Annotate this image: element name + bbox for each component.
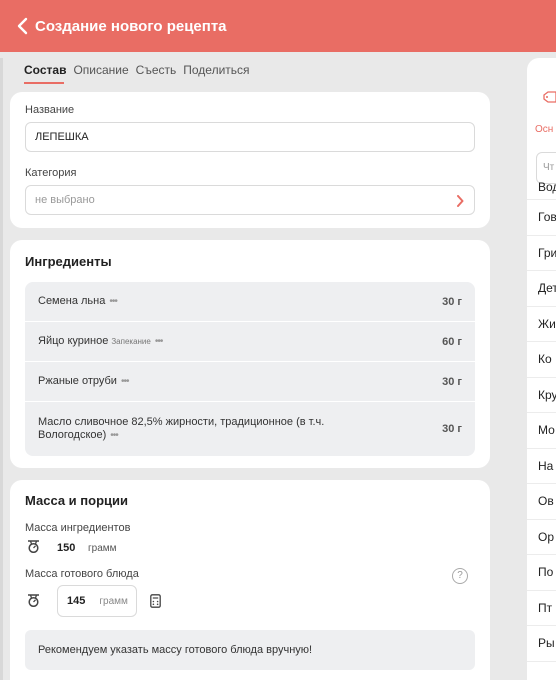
product-catalog-panel: Осн Чт Вод Гов Гри Дет Жи Ко Кру Мо На О… <box>527 58 556 680</box>
ingredient-tag: Запекание <box>111 337 151 346</box>
scale-icon <box>27 594 40 612</box>
more-dots-icon[interactable]: ••• <box>110 430 118 441</box>
catalog-item[interactable]: Дет <box>527 271 556 307</box>
tab-share[interactable]: Поделиться <box>183 63 249 77</box>
name-value: ЛЕПЕШКА <box>35 131 89 143</box>
help-icon[interactable]: ? <box>452 568 468 584</box>
chevron-left-icon[interactable] <box>0 0 28 52</box>
ingredient-amount: 30 г <box>442 295 462 308</box>
dish-mass-label: Масса готового блюда <box>25 568 139 580</box>
tab-bar: Состав Описание Съесть Поделиться <box>24 63 257 77</box>
catalog-item[interactable]: Ов <box>527 484 556 520</box>
catalog-item[interactable]: Кру <box>527 378 556 413</box>
catalog-item[interactable]: Ко <box>527 342 556 378</box>
catalog-item[interactable]: Гов <box>527 200 556 236</box>
tab-composition[interactable]: Состав <box>24 63 66 77</box>
catalog-item[interactable]: Жи <box>527 307 556 342</box>
ingredient-row[interactable]: Семена льна ••• 30 г <box>25 282 475 322</box>
ingredient-name: Масло сливочное 82,5% жирности, традицио… <box>38 416 325 441</box>
hint-message: Рекомендуем указать массу готового блюда… <box>25 630 475 670</box>
mass-card: Масса и порции Масса ингредиентов 150 гр… <box>10 480 490 680</box>
catalog-item[interactable]: Вод <box>527 182 556 200</box>
ingredients-list: Семена льна ••• 30 г Яйцо куриное Запекани… <box>25 282 475 456</box>
recipe-editor: Состав Описание Съесть Поделиться Назван… <box>0 52 505 680</box>
ingredients-mass-unit: грамм <box>88 543 117 554</box>
ingredients-mass-label: Масса ингредиентов <box>25 522 131 534</box>
ingredients-mass-value: 150 <box>57 542 76 554</box>
ingredient-name: Семена льна <box>38 295 106 307</box>
ingredient-row[interactable]: Яйцо куриное Запекание ••• 60 г <box>25 322 475 362</box>
page-title: Создание нового рецепта <box>35 17 227 35</box>
category-placeholder: не выбрано <box>35 194 95 206</box>
catalog-item[interactable]: Гри <box>527 236 556 271</box>
more-dots-icon[interactable]: ••• <box>155 336 163 347</box>
tab-eat[interactable]: Съесть <box>136 63 177 77</box>
dish-mass-unit: грамм <box>99 595 128 607</box>
ingredient-amount: 30 г <box>442 375 462 388</box>
chevron-right-icon <box>456 195 464 210</box>
more-dots-icon[interactable]: ••• <box>109 296 117 307</box>
ingredient-row[interactable]: Масло сливочное 82,5% жирности, традицио… <box>25 402 475 456</box>
category-select[interactable]: не выбрано <box>25 185 475 215</box>
catalog-search-input[interactable]: Чт <box>536 152 556 184</box>
calculator-icon[interactable] <box>150 594 161 613</box>
catalog-item[interactable]: Ры <box>527 626 556 662</box>
ingredient-row[interactable]: Ржаные отруби ••• 30 г <box>25 362 475 402</box>
active-tab-indicator <box>24 82 64 84</box>
dish-mass-value: 145 <box>67 595 86 607</box>
catalog-item[interactable]: По <box>527 555 556 591</box>
mass-title: Масса и порции <box>25 493 128 508</box>
tab-main[interactable]: Осн <box>535 124 553 135</box>
catalog-item[interactable]: Пт <box>527 591 556 626</box>
ingredient-amount: 60 г <box>442 335 462 348</box>
left-divider <box>0 58 3 680</box>
name-field[interactable]: ЛЕПЕШКА <box>25 122 475 152</box>
ingredients-title: Ингредиенты <box>25 254 112 269</box>
scale-icon <box>27 540 40 558</box>
category-label: Категория <box>25 167 77 179</box>
catalog-item[interactable]: На <box>527 449 556 484</box>
name-label: Название <box>25 104 75 116</box>
ingredient-name: Ржаные отруби <box>38 375 117 387</box>
ingredient-name: Яйцо куриное <box>38 335 109 347</box>
ingredients-card: Ингредиенты Семена льна ••• 30 г Яйцо кур… <box>10 240 490 468</box>
catalog-item[interactable]: Мо <box>527 413 556 449</box>
dish-mass-input[interactable]: 145 грамм <box>57 585 137 617</box>
ingredient-amount: 30 г <box>442 423 462 435</box>
tag-icon[interactable] <box>543 90 556 108</box>
more-dots-icon[interactable]: ••• <box>121 376 129 387</box>
catalog-list: Вод Гов Гри Дет Жи Ко Кру Мо На Ов Ор По… <box>527 182 556 662</box>
catalog-item[interactable]: Ор <box>527 520 556 555</box>
general-card: Название ЛЕПЕШКА Категория не выбрано <box>10 92 490 228</box>
app-header: Создание нового рецепта <box>0 0 556 52</box>
tab-description[interactable]: Описание <box>73 63 128 77</box>
